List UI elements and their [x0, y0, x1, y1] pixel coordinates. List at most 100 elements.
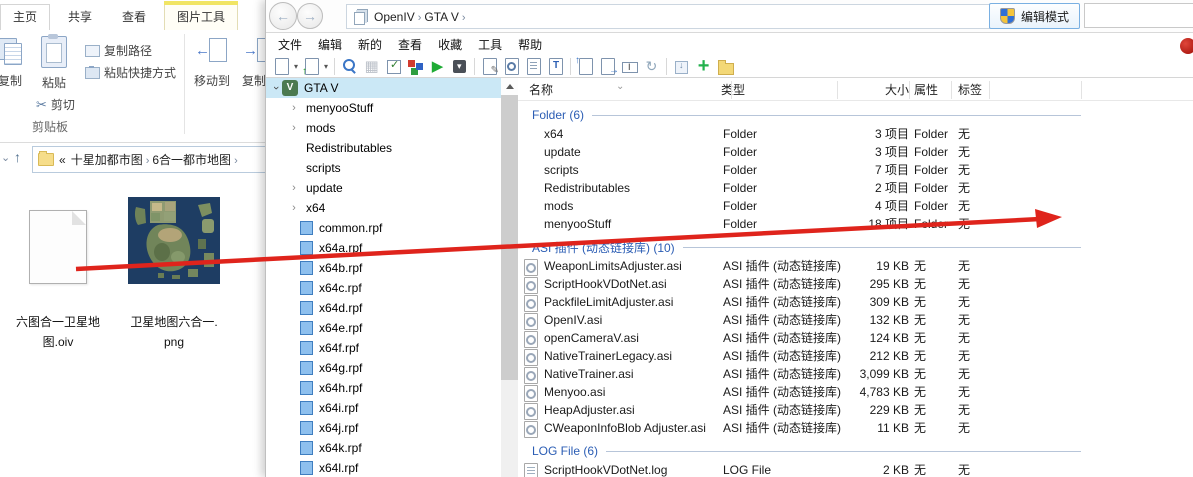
file-row[interactable]: x64 Folder 3 项目 Folder 无	[518, 125, 1193, 143]
menu-favorites[interactable]: 收藏	[430, 36, 470, 53]
search-box[interactable]	[1084, 3, 1193, 28]
tree-item-x64e-rpf[interactable]: x64e.rpf	[266, 318, 518, 338]
chevron-expanded-icon[interactable]: ›	[270, 82, 282, 94]
tree-item-scripts[interactable]: scripts	[266, 158, 518, 178]
tab-view[interactable]: 查看	[110, 5, 158, 30]
forward-button[interactable]: →	[297, 3, 323, 29]
file-row[interactable]: PackfileLimitAdjuster.asi ASI 插件 (动态链接库) 3…	[518, 293, 1193, 312]
import-file-icon[interactable]	[302, 57, 321, 77]
menu-edit[interactable]: 编辑	[310, 36, 350, 53]
new-file-icon[interactable]	[272, 57, 291, 76]
search-icon[interactable]	[340, 57, 359, 76]
tree-item-x64l-rpf[interactable]: x64l.rpf	[266, 458, 518, 477]
file-row[interactable]: scripts Folder 7 项目 Folder 无	[518, 161, 1193, 179]
file-row[interactable]: Redistributables Folder 2 项目 Folder 无	[518, 179, 1193, 197]
breadcrumb-item[interactable]: OpenIV	[374, 10, 415, 24]
edit-icon[interactable]	[480, 57, 499, 76]
file-row[interactable]: menyooStuff Folder 18 项目 Folder 无	[518, 215, 1193, 233]
scroll-up-button[interactable]	[501, 78, 518, 95]
breadcrumb-item[interactable]: GTA V	[424, 10, 458, 24]
dropdown-arrow-icon[interactable]: ▾	[324, 62, 328, 71]
file-row[interactable]: update Folder 3 项目 Folder 无	[518, 143, 1193, 161]
preview-icon[interactable]	[502, 57, 521, 76]
refresh-icon[interactable]	[642, 57, 661, 76]
file-row[interactable]: HeapAdjuster.asi ASI 插件 (动态链接库) 229 KB 无无	[518, 401, 1193, 420]
file-row[interactable]: ScriptHookVDotNet.asi ASI 插件 (动态链接库) 295 K…	[518, 275, 1193, 294]
file-row[interactable]: NativeTrainer.asi ASI 插件 (动态链接库) 3,099 KB 无…	[518, 365, 1193, 384]
openiv-breadcrumb-bar[interactable]: OpenIV › GTA V ›	[346, 4, 990, 29]
paste-shortcut-button[interactable]: 粘贴快捷方式	[85, 64, 176, 81]
column-tags[interactable]: 标签	[958, 81, 982, 98]
column-attributes[interactable]: 属性	[914, 81, 938, 98]
cut-button[interactable]: ✂ 剪切	[36, 96, 75, 113]
copy-path-button[interactable]: 复制路径	[85, 42, 152, 59]
file-row[interactable]: NativeTrainerLegacy.asi ASI 插件 (动态链接库) 212…	[518, 347, 1193, 366]
address-bar[interactable]: « 十星加都市图 › 6合一都市地图 ›	[32, 146, 275, 173]
column-name[interactable]: 名称	[529, 81, 553, 98]
search-input[interactable]	[1085, 4, 1193, 27]
add-icon[interactable]	[694, 57, 713, 76]
paste-button[interactable]: 粘贴	[30, 34, 78, 91]
new-folder-icon[interactable]	[716, 57, 735, 76]
edit-mode-button[interactable]: 编辑模式	[989, 3, 1081, 29]
tree-item-gta-v[interactable]: › GTA V	[266, 78, 501, 98]
menu-help[interactable]: 帮助	[510, 36, 550, 53]
chevron-right-icon[interactable]: ›	[288, 202, 300, 214]
save-icon[interactable]	[450, 57, 469, 76]
tree-item-x64k-rpf[interactable]: x64k.rpf	[266, 438, 518, 458]
tree-item-x64d-rpf[interactable]: x64d.rpf	[266, 298, 518, 318]
file-row[interactable]: OpenIV.asi ASI 插件 (动态链接库) 132 KB 无无	[518, 311, 1193, 330]
file-item-oiv[interactable]: 六图合一卫星地 图.oiv	[10, 192, 106, 352]
tree-item-x64g-rpf[interactable]: x64g.rpf	[266, 358, 518, 378]
export-icon[interactable]	[575, 55, 595, 76]
dropdown-arrow-icon[interactable]: ▾	[294, 62, 298, 71]
view-text-icon[interactable]	[524, 57, 543, 76]
chevron-right-icon[interactable]: ›	[288, 102, 300, 114]
tree-item-update[interactable]: › update	[266, 178, 518, 198]
chevron-right-icon[interactable]: ›	[288, 122, 300, 134]
tab-picture-tools[interactable]: 图片工具	[164, 1, 239, 30]
palette-icon[interactable]	[406, 57, 425, 76]
text-editor-icon[interactable]	[546, 57, 565, 76]
tree-scrollbar[interactable]	[501, 78, 518, 477]
tree-item-menyoostuff[interactable]: › menyooStuff	[266, 98, 518, 118]
copy-icon[interactable]	[598, 57, 619, 76]
column-type[interactable]: 类型	[721, 81, 745, 98]
move-to-button[interactable]: ← 移动到	[188, 36, 236, 89]
tab-share[interactable]: 共享	[56, 5, 104, 30]
chevron-right-icon[interactable]: ›	[288, 182, 300, 194]
up-arrow-button[interactable]: ↑	[14, 149, 21, 165]
tree-item-x64j-rpf[interactable]: x64j.rpf	[266, 418, 518, 438]
rename-icon[interactable]	[620, 57, 639, 76]
extract-icon[interactable]	[672, 57, 691, 76]
tree-item-mods[interactable]: › mods	[266, 118, 518, 138]
checklist-icon[interactable]	[384, 57, 403, 76]
file-row[interactable]: mods Folder 4 项目 Folder 无	[518, 197, 1193, 215]
tree-item-x64c-rpf[interactable]: x64c.rpf	[266, 278, 518, 298]
menu-tools[interactable]: 工具	[470, 36, 510, 53]
file-row[interactable]: CWeaponInfoBlob Adjuster.asi ASI 插件 (动态链接…	[518, 419, 1193, 438]
tree-item-x64i-rpf[interactable]: x64i.rpf	[266, 398, 518, 418]
menu-new[interactable]: 新的	[350, 36, 390, 53]
breadcrumb-item[interactable]: 6合一都市地图	[152, 153, 231, 167]
breadcrumb-item[interactable]: 十星加都市图	[71, 153, 143, 167]
back-button[interactable]: ←	[269, 2, 297, 30]
tree-item-x64a-rpf[interactable]: x64a.rpf	[266, 238, 518, 258]
tree-item-x64b-rpf[interactable]: x64b.rpf	[266, 258, 518, 278]
tree-item-x64h-rpf[interactable]: x64h.rpf	[266, 378, 518, 398]
tree-item-common-rpf[interactable]: common.rpf	[266, 218, 518, 238]
tree-item-x64f-rpf[interactable]: x64f.rpf	[266, 338, 518, 358]
file-row[interactable]: openCameraV.asi ASI 插件 (动态链接库) 124 KB 无无	[518, 329, 1193, 348]
tree-item-x64[interactable]: › x64	[266, 198, 518, 218]
file-item-png[interactable]: 卫星地图六合一. png	[126, 192, 222, 352]
tree-item-redistributables[interactable]: Redistributables	[266, 138, 518, 158]
file-row[interactable]: WeaponLimitsAdjuster.asi ASI 插件 (动态链接库) 19…	[518, 257, 1193, 276]
settings-icon[interactable]	[362, 57, 381, 76]
menu-file[interactable]: 文件	[270, 36, 310, 53]
menu-view[interactable]: 查看	[390, 36, 430, 53]
tab-home[interactable]: 主页	[0, 4, 51, 30]
play-icon[interactable]	[428, 57, 447, 76]
file-row[interactable]: ScriptHookVDotNet.log LOG File 2 KB 无 无	[518, 461, 1193, 477]
file-row[interactable]: Menyoo.asi ASI 插件 (动态链接库) 4,783 KB 无无	[518, 383, 1193, 402]
chevron-down-icon[interactable]: ⌄	[1, 151, 10, 164]
